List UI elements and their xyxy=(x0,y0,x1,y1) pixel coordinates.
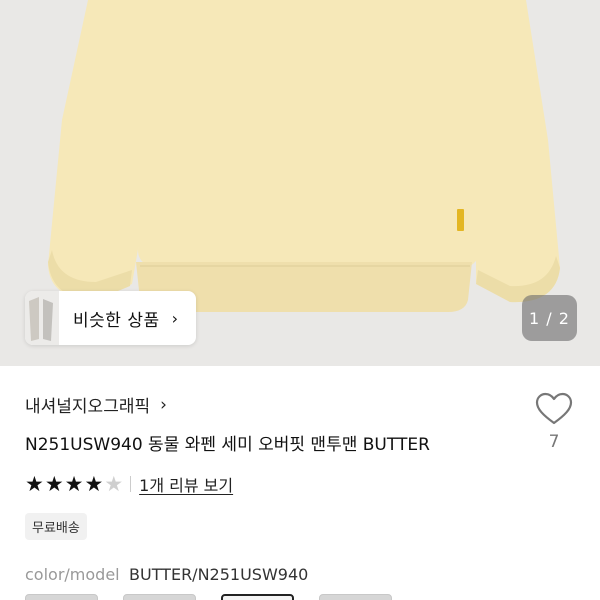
brand-link[interactable]: 내셔널지오그래픽 › xyxy=(25,392,167,418)
similar-products-button[interactable]: 비슷한 상품 › xyxy=(25,291,196,345)
star-filled-icon: ★ xyxy=(64,472,84,496)
similar-products-thumbnail xyxy=(25,291,59,345)
color-swatch[interactable] xyxy=(25,594,98,600)
star-filled-icon: ★ xyxy=(84,472,104,496)
chevron-right-icon: › xyxy=(160,394,167,415)
gallery-page-indicator: 1 / 2 xyxy=(522,295,577,341)
divider xyxy=(130,476,132,492)
spec-key: color/model xyxy=(25,565,120,584)
like-count: 7 xyxy=(548,432,560,452)
spec-row: color/model BUTTER/N251USW940 xyxy=(25,565,308,584)
free-shipping-badge: 무료배송 xyxy=(25,513,87,540)
chevron-right-icon: › xyxy=(171,308,179,328)
color-swatches xyxy=(25,594,417,600)
star-empty-icon: ★ xyxy=(104,472,124,496)
color-swatch[interactable] xyxy=(319,594,392,600)
brand-name: 내셔널지오그래픽 xyxy=(25,397,151,417)
spec-value: BUTTER/N251USW940 xyxy=(129,565,309,584)
like-button[interactable]: 7 xyxy=(532,392,576,464)
star-filled-icon: ★ xyxy=(44,472,64,496)
similar-products-label: 비슷한 상품 xyxy=(73,310,160,331)
rating-stars: ★ ★ ★ ★ ★ xyxy=(25,472,124,496)
rating-row: ★ ★ ★ ★ ★ 1개 리뷰 보기 xyxy=(25,472,233,496)
review-link[interactable]: 1개 리뷰 보기 xyxy=(139,472,233,496)
color-swatch-selected[interactable] xyxy=(221,594,294,600)
product-title: N251USW940 동물 와펜 세미 오버핏 맨투맨 BUTTER xyxy=(25,435,430,455)
star-filled-icon: ★ xyxy=(25,472,44,496)
heart-icon xyxy=(535,392,573,425)
color-swatch[interactable] xyxy=(123,594,196,600)
